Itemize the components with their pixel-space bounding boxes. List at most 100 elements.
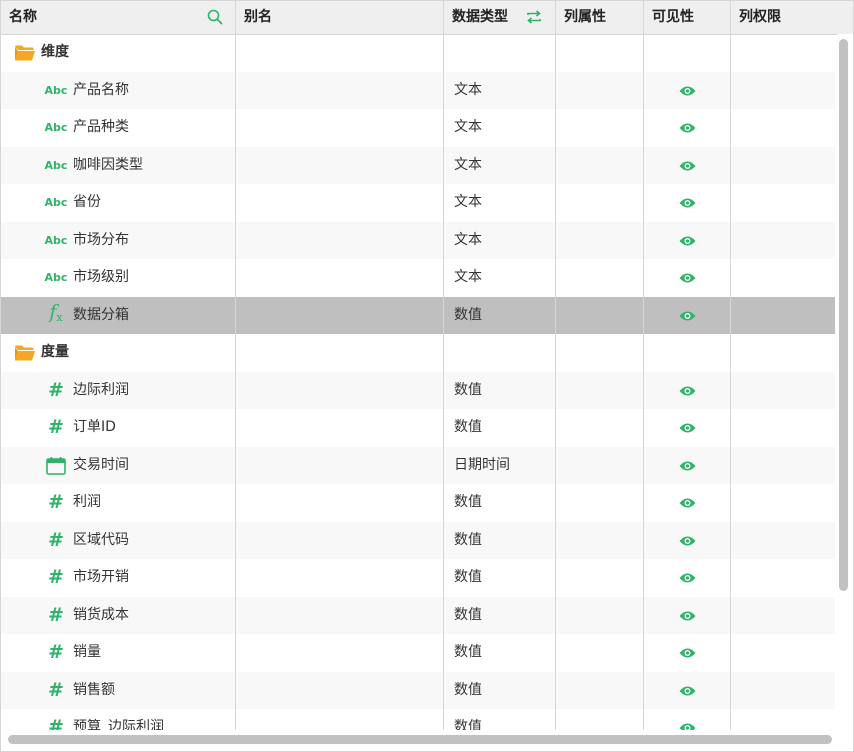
table-row[interactable]: fx 数据分箱 数值 [1, 296, 835, 335]
name-cell: # 区域代码 [1, 522, 235, 560]
eye-icon[interactable] [679, 534, 696, 548]
visibility-cell [644, 372, 731, 410]
table-row[interactable]: Abc 产品名称 文本 [1, 71, 835, 110]
column-header-column-attr[interactable]: 列属性 [556, 1, 644, 34]
eye-icon[interactable] [679, 159, 696, 173]
visibility-cell [644, 559, 731, 597]
column-header-name[interactable]: 名称 [1, 1, 236, 34]
hash-number-icon: # [48, 678, 64, 701]
table-row[interactable]: 交易时间 日期时间 [1, 446, 835, 485]
eye-icon[interactable] [679, 271, 696, 285]
visibility-cell [644, 34, 731, 72]
field-name: 市场级别 [73, 269, 129, 285]
eye-icon[interactable] [679, 196, 696, 210]
eye-icon[interactable] [679, 721, 696, 730]
name-cell: Abc 咖啡因类型 [1, 147, 235, 185]
visibility-cell [644, 147, 731, 185]
eye-icon[interactable] [679, 384, 696, 398]
visibility-cell [644, 522, 731, 560]
table-header: 名称 别名 数据类型 列属性 可见性 列权限 [1, 1, 853, 35]
field-name: 市场分布 [73, 231, 129, 248]
column-header-column-perm[interactable]: 列权限 [731, 1, 853, 34]
table-row[interactable]: # 预算_边际利润 数值 [1, 709, 835, 730]
table-row[interactable]: Abc 市场分布 文本 [1, 221, 835, 260]
column-header-visibility[interactable]: 可见性 [644, 1, 731, 34]
field-name: 交易时间 [73, 456, 129, 473]
search-icon[interactable] [207, 9, 223, 25]
eye-icon[interactable] [679, 684, 696, 698]
column-header-data-type[interactable]: 数据类型 [444, 1, 556, 34]
folder-icon [14, 34, 36, 72]
hash-number-icon: # [48, 566, 64, 588]
data-type-cell [444, 34, 555, 72]
table-row[interactable]: Abc 省份 文本 [1, 184, 835, 222]
field-name: 省份 [73, 194, 101, 210]
eye-icon[interactable] [679, 646, 696, 660]
column-header-alias[interactable]: 别名 [236, 1, 444, 34]
eye-icon[interactable] [679, 609, 696, 623]
field-name: 市场开销 [73, 569, 129, 585]
table-row[interactable]: # 销售额 数值 [1, 671, 835, 709]
name-cell: Abc 产品种类 [1, 109, 235, 147]
folder-row[interactable]: 度量 [1, 334, 835, 372]
visibility-cell [644, 409, 731, 447]
table-row[interactable]: # 销货成本 数值 [1, 596, 835, 634]
name-cell: fx 数据分箱 [1, 297, 235, 335]
name-cell: # 市场开销 [1, 559, 235, 597]
horizontal-scrollbar-thumb[interactable] [8, 735, 832, 744]
table-row[interactable]: # 区域代码 数值 [1, 521, 835, 560]
table-row[interactable]: # 市场开销 数值 [1, 559, 835, 597]
table-row[interactable]: # 利润 数值 [1, 484, 835, 522]
abc-text-icon: Abc [44, 196, 68, 209]
folder-row[interactable]: 维度 [1, 34, 835, 72]
eye-icon[interactable] [679, 309, 696, 323]
name-cell: # 销量 [1, 634, 235, 672]
field-list-panel: 名称 别名 数据类型 列属性 可见性 列权限 维度 Abc 产品名称 文本 Abc 产品种… [0, 0, 854, 752]
visibility-cell [644, 447, 731, 485]
name-cell: # 预算_边际利润 [1, 709, 235, 730]
field-name: 预算_边际利润 [73, 719, 164, 730]
name-cell: Abc 产品名称 [1, 72, 235, 110]
name-cell: Abc 市场级别 [1, 259, 235, 297]
abc-text-icon: Abc [44, 158, 68, 172]
field-name: 销量 [73, 644, 101, 660]
swap-icon[interactable] [526, 9, 542, 25]
field-name: 销售额 [73, 681, 115, 698]
eye-icon[interactable] [679, 496, 696, 510]
column-header-name-label: 名称 [9, 9, 37, 25]
visibility-cell [644, 109, 731, 147]
eye-icon[interactable] [679, 121, 696, 135]
eye-icon[interactable] [679, 459, 696, 473]
data-type-cell: 文本 [454, 269, 482, 285]
eye-icon[interactable] [679, 571, 696, 585]
table-row[interactable]: Abc 产品种类 文本 [1, 109, 835, 147]
table-row[interactable]: Abc 市场级别 文本 [1, 259, 835, 297]
table-row[interactable]: # 边际利润 数值 [1, 371, 835, 410]
eye-icon[interactable] [679, 421, 696, 435]
visibility-cell [644, 484, 731, 522]
vertical-scrollbar-thumb[interactable] [839, 39, 848, 591]
table-row[interactable]: # 订单ID 数值 [1, 409, 835, 447]
column-header-data-type-label: 数据类型 [452, 9, 508, 25]
visibility-cell [644, 709, 731, 730]
column-divider [643, 34, 644, 730]
eye-icon[interactable] [679, 234, 696, 248]
eye-icon[interactable] [679, 84, 696, 98]
visibility-cell [644, 222, 731, 260]
name-cell: 度量 [1, 334, 235, 372]
fx-function-icon: fx [49, 301, 63, 324]
table-body: 维度 Abc 产品名称 文本 Abc 产品种类 文本 Abc 咖啡因类型 文本 Abc 省份 文本 Abc… [1, 34, 835, 730]
name-cell: # 利润 [1, 484, 235, 522]
data-type-cell: 文本 [454, 231, 482, 248]
field-name: 销货成本 [73, 606, 129, 623]
hash-number-icon: # [48, 716, 64, 730]
table-row[interactable]: # 销量 数值 [1, 634, 835, 672]
data-type-cell: 数值 [454, 681, 482, 698]
visibility-cell [644, 259, 731, 297]
data-type-cell: 数值 [454, 606, 482, 623]
table-row[interactable]: Abc 咖啡因类型 文本 [1, 146, 835, 185]
field-name: 边际利润 [73, 381, 129, 398]
hash-number-icon: # [48, 641, 64, 663]
hash-number-icon: # [48, 491, 64, 513]
abc-text-icon: Abc [44, 83, 68, 97]
